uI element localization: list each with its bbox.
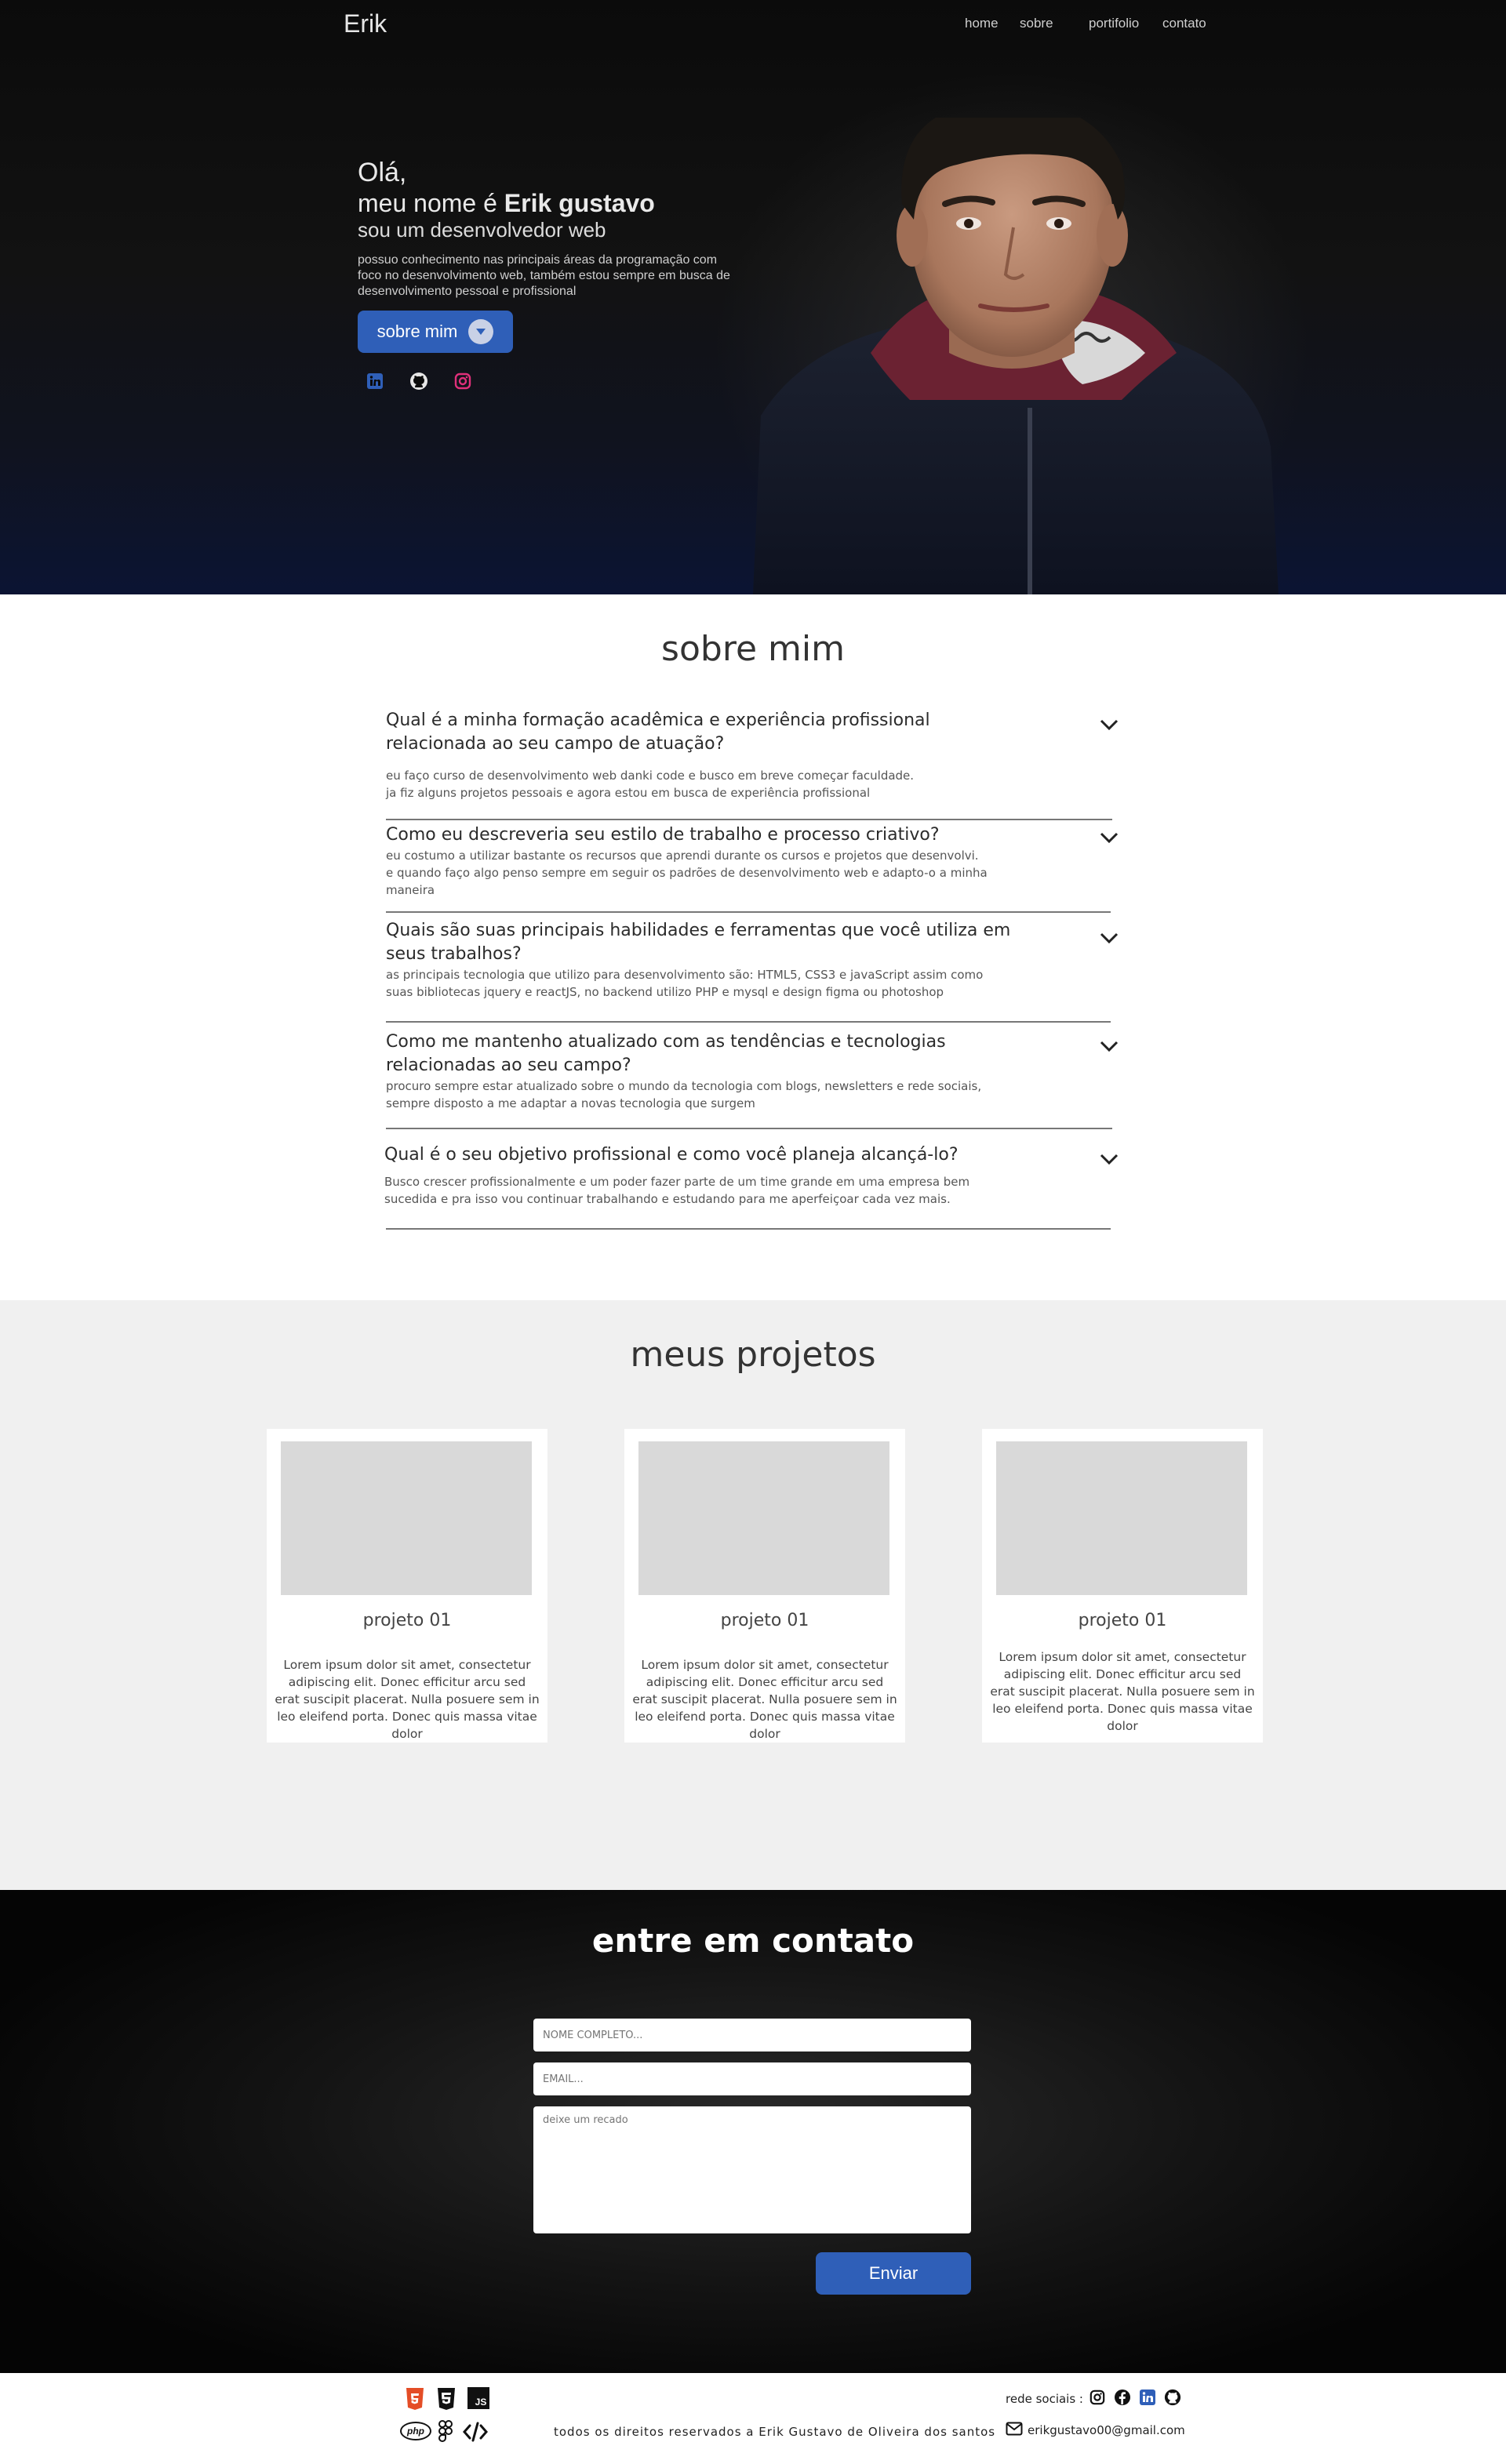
faq-divider (386, 1228, 1111, 1230)
project-thumbnail[interactable] (996, 1441, 1247, 1595)
faq-answer: Busco crescer profissionalmente e um pod… (384, 1175, 970, 1206)
linkedin-icon[interactable] (366, 372, 384, 391)
hero-description: possuo conhecimento nas principais áreas… (358, 253, 730, 298)
profile-photo (753, 118, 1279, 594)
faq-question[interactable]: Quais são suas principais habilidades e … (386, 919, 1029, 966)
contact-title: entre em contato (591, 1921, 915, 1960)
projects-title: meus projetos (630, 1335, 876, 1375)
faq-item[interactable]: Como me mantenho atualizado com as tendê… (386, 1030, 1111, 1112)
faq-answer: eu costumo a utilizar bastante os recurs… (386, 849, 988, 897)
nav-sobre[interactable]: sobre (1020, 16, 1053, 31)
about-title: sobre mim (661, 629, 845, 669)
faq-divider (386, 911, 1111, 913)
project-card[interactable]: projeto 01 Lorem ipsum dolor sit amet, c… (982, 1429, 1263, 1743)
about-me-button-label: sobre mim (376, 322, 458, 341)
hero-role: sou um desenvolvedor web (358, 218, 606, 242)
hero-name-line: meu nome é Erik gustavo (358, 188, 734, 218)
project-description: Lorem ipsum dolor sit amet, consectetur … (275, 1658, 540, 1741)
nav-home[interactable]: home (965, 16, 999, 31)
faq-item[interactable]: Qual é a minha formação acadêmica e expe… (386, 709, 1111, 801)
contact-section: entre em contato Enviar (0, 1890, 1506, 2373)
social-label: rede sociais : (1006, 2392, 1083, 2406)
php-icon: php (400, 2422, 431, 2440)
about-section: sobre mim Qual é a minha formação acadêm… (0, 594, 1506, 1300)
email-field[interactable] (533, 2062, 971, 2095)
footer-socials (1089, 2389, 1181, 2406)
mail-icon (1006, 2422, 1023, 2439)
chevron-down-icon[interactable] (1098, 1148, 1120, 1170)
nav-contato[interactable]: contato (1162, 16, 1206, 31)
js-icon: JS (467, 2387, 489, 2409)
chevron-down-icon[interactable] (1098, 714, 1120, 736)
hero-greeting: Olá, (358, 158, 407, 187)
project-thumbnail[interactable] (638, 1441, 889, 1595)
name-field[interactable] (533, 2019, 971, 2052)
project-description: Lorem ipsum dolor sit amet, consectetur … (632, 1658, 897, 1741)
project-title: projeto 01 (720, 1611, 809, 1630)
github-icon[interactable] (409, 372, 428, 391)
faq-divider (386, 1021, 1111, 1023)
faq-answer: procuro sempre estar atualizado sobre o … (386, 1079, 982, 1110)
linkedin-icon[interactable] (1139, 2389, 1156, 2406)
chevron-down-icon[interactable] (1098, 1035, 1120, 1057)
hero-section: Erik home sobre portifolio contato Olá, … (0, 0, 1506, 594)
faq-answer: as principais tecnologia que utilizo par… (386, 968, 984, 999)
project-title: projeto 01 (1078, 1611, 1167, 1630)
faq-question[interactable]: Qual é a minha formação acadêmica e expe… (386, 709, 1029, 756)
instagram-icon[interactable] (1089, 2389, 1106, 2406)
copyright-text: todos os direitos reservados a Erik Gust… (554, 2425, 996, 2439)
faq-question[interactable]: Como eu descreveria seu estilo de trabal… (386, 823, 1029, 847)
hero-name-prefix: meu nome é (358, 189, 497, 217)
hero-name: Erik gustavo (504, 189, 655, 217)
project-description: Lorem ipsum dolor sit amet, consectetur … (990, 1650, 1255, 1733)
chevron-down-icon[interactable] (1098, 827, 1120, 849)
faq-item[interactable]: Quais são suas principais habilidades e … (386, 919, 1111, 1001)
faq-answer: eu faço curso de desenvolvimento web dan… (386, 769, 915, 800)
php-icon-label: php (407, 2426, 424, 2437)
github-icon[interactable] (1164, 2389, 1181, 2406)
js-icon-label: JS (475, 2397, 487, 2408)
facebook-icon[interactable] (1114, 2389, 1131, 2406)
faq-divider (386, 819, 1112, 820)
chevron-down-icon (468, 319, 494, 344)
project-card[interactable]: projeto 01 Lorem ipsum dolor sit amet, c… (624, 1429, 905, 1743)
hero-socials (366, 372, 472, 391)
site-logo[interactable]: Erik (344, 9, 387, 38)
faq-divider (386, 1128, 1112, 1129)
instagram-icon[interactable] (453, 372, 472, 391)
nav-portifolio[interactable]: portifolio (1089, 16, 1139, 31)
chevron-down-icon[interactable] (1098, 927, 1120, 949)
project-card[interactable]: projeto 01 Lorem ipsum dolor sit amet, c… (267, 1429, 547, 1743)
faq-question[interactable]: Qual é o seu objetivo profissional e com… (384, 1143, 1028, 1167)
project-thumbnail[interactable] (281, 1441, 532, 1595)
message-field[interactable] (533, 2106, 971, 2233)
css3-icon (436, 2387, 457, 2411)
send-button[interactable]: Enviar (816, 2252, 971, 2295)
faq-item[interactable]: Qual é o seu objetivo profissional e com… (384, 1143, 1109, 1208)
code-icon (463, 2422, 488, 2442)
figma-icon (438, 2420, 453, 2444)
hero-text: Olá, meu nome é Erik gustavo sou um dese… (358, 157, 734, 300)
faq-question[interactable]: Como me mantenho atualizado com as tendê… (386, 1030, 1029, 1078)
footer: JS php todos os direitos reservados a Er… (0, 2373, 1506, 2464)
html5-icon (405, 2387, 425, 2411)
about-me-button[interactable]: sobre mim (358, 311, 513, 353)
email-address[interactable]: erikgustavo00@gmail.com (1028, 2423, 1185, 2437)
project-title: projeto 01 (362, 1611, 452, 1630)
footer-email[interactable]: erikgustavo00@gmail.com (1006, 2422, 1185, 2439)
projects-section: meus projetos projeto 01 Lorem ipsum dol… (0, 1300, 1506, 1890)
faq-item[interactable]: Como eu descreveria seu estilo de trabal… (386, 823, 1111, 899)
